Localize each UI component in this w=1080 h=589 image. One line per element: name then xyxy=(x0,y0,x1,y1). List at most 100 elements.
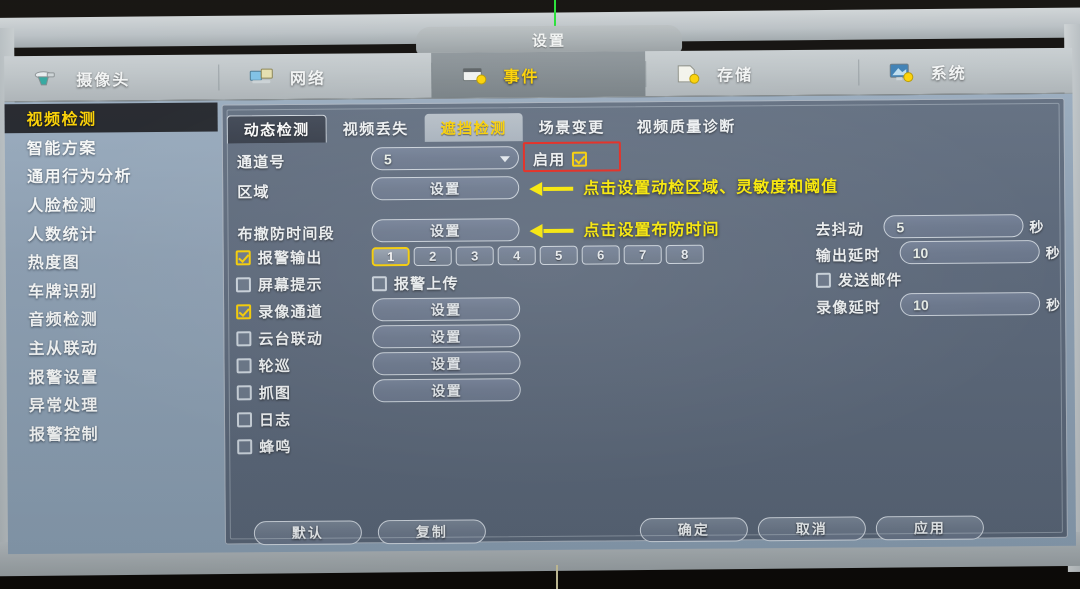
alarm-output-button-label: 2 xyxy=(429,248,437,264)
annotation-arrow-region xyxy=(529,181,574,197)
alarm-output-button-2[interactable]: 2 xyxy=(413,246,452,266)
alarm-upload-checkbox[interactable] xyxy=(371,276,387,292)
region-setup-button-label: 设置 xyxy=(429,180,461,197)
snapshot-setup-button[interactable]: 设置 xyxy=(372,378,521,403)
screen-tip-checkbox[interactable] xyxy=(235,277,251,293)
storage-icon xyxy=(675,62,703,84)
apply-button[interactable]: 应用 xyxy=(875,515,984,541)
ok-button[interactable]: 确定 xyxy=(639,517,748,543)
output-delay-input[interactable]: 10 xyxy=(899,240,1040,265)
ptz-link-setup-button-label: 设置 xyxy=(430,328,462,345)
record-channel-row[interactable]: 录像通道 xyxy=(236,301,323,323)
alarm-output-button-label: 6 xyxy=(597,247,605,263)
sidebar-item-label: 车牌识别 xyxy=(27,283,99,301)
screen-tip-row[interactable]: 屏幕提示 xyxy=(235,274,323,296)
record-delay-input[interactable]: 10 xyxy=(900,292,1041,317)
tab-label: 视频丢失 xyxy=(342,120,409,139)
sidebar-item-abnormality[interactable]: 异常处理 xyxy=(7,388,220,418)
default-button[interactable]: 默认 xyxy=(253,520,362,546)
tour-label: 轮巡 xyxy=(258,357,292,376)
arm-schedule-setup-button[interactable]: 设置 xyxy=(371,218,520,243)
sidebar-item-smart-plan[interactable]: 智能方案 xyxy=(5,131,218,161)
alarm-output-button-6[interactable]: 6 xyxy=(581,245,620,265)
channel-select-value: 5 xyxy=(383,150,392,167)
record-delay-label: 录像延时 xyxy=(816,299,882,317)
alarm-output-number-group: 1 2 3 4 5 6 7 8 xyxy=(371,244,704,267)
tour-setup-button-label: 设置 xyxy=(430,355,463,372)
tab-tampering[interactable]: 遮挡检测 xyxy=(424,113,523,142)
tab-label: 动态检测 xyxy=(243,121,310,140)
sidebar-item-heat-map[interactable]: 热度图 xyxy=(6,245,219,275)
alarm-output-row[interactable]: 报警输出 xyxy=(235,247,323,269)
channel-select[interactable]: 5 xyxy=(370,146,520,171)
menu-item-system[interactable]: 系统 xyxy=(858,48,1072,95)
cancel-button[interactable]: 取消 xyxy=(757,516,866,542)
tab-scene-change[interactable]: 场景变更 xyxy=(523,112,621,141)
menu-item-storage[interactable]: 存储 xyxy=(645,49,859,96)
sidebar-item-alarm-settings[interactable]: 报警设置 xyxy=(7,360,220,390)
menu-item-camera[interactable]: 摄像头 xyxy=(4,55,218,102)
send-mail-checkbox[interactable] xyxy=(815,272,831,288)
tab-label: 遮挡检测 xyxy=(440,119,507,138)
send-mail-label: 发送邮件 xyxy=(837,272,903,290)
sidebar-item-master-slave[interactable]: 主从联动 xyxy=(6,331,219,361)
record-channel-setup-button[interactable]: 设置 xyxy=(372,297,521,322)
window-body: 视频检测 智能方案 通用行为分析 人脸检测 人数统计 热度图 车牌识别 音频检测… xyxy=(4,93,1077,555)
send-mail-row[interactable]: 发送邮件 xyxy=(815,269,903,291)
alarm-output-button-8[interactable]: 8 xyxy=(665,244,704,265)
sidebar-item-plate-recognition[interactable]: 车牌识别 xyxy=(6,274,219,304)
debounce-input[interactable]: 5 xyxy=(883,214,1024,239)
tour-setup-button[interactable]: 设置 xyxy=(372,351,521,376)
alarm-output-button-label: 8 xyxy=(681,246,689,262)
tab-motion-detection[interactable]: 动态检测 xyxy=(226,114,327,144)
sidebar-item-audio-detection[interactable]: 音频检测 xyxy=(6,303,219,333)
buzzer-row[interactable]: 蜂鸣 xyxy=(237,436,292,457)
tab-video-diagnosis[interactable]: 视频质量诊断 xyxy=(621,111,752,140)
ptz-link-row[interactable]: 云台联动 xyxy=(236,328,323,350)
tour-checkbox[interactable] xyxy=(236,358,252,374)
debounce-label: 去抖动 xyxy=(815,221,865,239)
record-channel-setup-button-label: 设置 xyxy=(430,301,462,318)
arm-schedule-setup-button-label: 设置 xyxy=(429,222,462,239)
copy-button[interactable]: 复制 xyxy=(377,519,486,545)
alarm-output-checkbox[interactable] xyxy=(235,250,251,266)
sidebar-item-label: 视频检测 xyxy=(26,111,97,130)
log-row[interactable]: 日志 xyxy=(236,409,292,430)
menu-item-camera-label: 摄像头 xyxy=(76,71,131,90)
buzzer-checkbox[interactable] xyxy=(237,439,253,455)
sidebar-item-video-detection[interactable]: 视频检测 xyxy=(4,102,218,133)
menu-item-network-label: 网络 xyxy=(289,70,326,88)
tour-row[interactable]: 轮巡 xyxy=(236,355,291,376)
channel-label: 通道号 xyxy=(236,153,286,172)
snapshot-checkbox[interactable] xyxy=(236,385,252,401)
sidebar-item-label: 异常处理 xyxy=(28,397,99,416)
tab-video-loss[interactable]: 视频丢失 xyxy=(327,114,425,143)
sidebar-item-ivs[interactable]: 通用行为分析 xyxy=(5,160,218,190)
alarm-output-button-7[interactable]: 7 xyxy=(623,245,662,265)
content-panel: 动态检测 视频丢失 遮挡检测 场景变更 视频质量诊断 通道号 5 启用 区域 设… xyxy=(221,97,1068,546)
debounce-input-value: 5 xyxy=(896,218,905,235)
camera-icon xyxy=(34,67,62,89)
ptz-link-label: 云台联动 xyxy=(258,330,324,349)
alarm-output-button-1[interactable]: 1 xyxy=(371,247,410,267)
region-setup-button[interactable]: 设置 xyxy=(371,176,520,201)
ptz-link-setup-button[interactable]: 设置 xyxy=(372,324,521,349)
sidebar-item-alarm-control[interactable]: 报警控制 xyxy=(7,417,220,447)
bottom-indicator-line xyxy=(556,565,558,589)
snapshot-row[interactable]: 抓图 xyxy=(236,382,292,403)
alarm-output-button-5[interactable]: 5 xyxy=(539,245,578,266)
alarm-upload-row[interactable]: 报警上传 xyxy=(371,273,459,295)
ptz-link-checkbox[interactable] xyxy=(236,331,252,347)
enable-annotation-box xyxy=(522,141,622,173)
menu-item-network[interactable]: 网络 xyxy=(218,53,432,100)
log-checkbox[interactable] xyxy=(236,412,253,428)
record-channel-checkbox[interactable] xyxy=(236,304,252,320)
alarm-output-label: 报警输出 xyxy=(257,249,323,268)
sidebar-item-label: 人数统计 xyxy=(27,226,98,244)
sidebar-item-face-detection[interactable]: 人脸检测 xyxy=(5,188,218,218)
alarm-output-button-label: 3 xyxy=(471,248,479,264)
alarm-output-button-3[interactable]: 3 xyxy=(455,246,494,266)
alarm-output-button-4[interactable]: 4 xyxy=(497,246,536,266)
sidebar-item-people-counting[interactable]: 人数统计 xyxy=(5,217,218,247)
menu-item-event[interactable]: 事件 xyxy=(431,51,646,98)
